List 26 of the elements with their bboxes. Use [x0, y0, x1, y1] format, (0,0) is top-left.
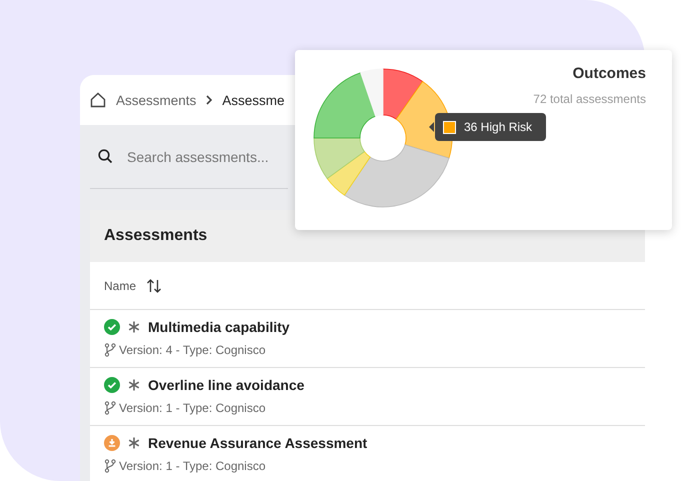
assessment-meta: Version: 1 - Type: Cognisco [119, 459, 266, 473]
assessment-name[interactable]: Multimedia capability [148, 319, 290, 335]
breadcrumb-link[interactable]: Assessments [116, 92, 196, 108]
home-icon[interactable] [89, 91, 107, 109]
asterisk-icon [128, 379, 140, 391]
assessment-name[interactable]: Revenue Assurance Assessment [148, 435, 368, 451]
pending-icon [104, 435, 120, 451]
sort-icon[interactable] [146, 278, 162, 294]
card-subtitle: 72 total assessments [533, 92, 646, 106]
check-icon [104, 377, 120, 393]
asterisk-icon [128, 437, 140, 449]
branch-icon [104, 459, 116, 473]
search-icon [98, 149, 113, 164]
assessment-meta: Version: 1 - Type: Cognisco [119, 401, 266, 415]
branch-icon [104, 401, 116, 415]
card-title: Outcomes [572, 65, 646, 82]
column-header[interactable]: Name [104, 278, 136, 292]
tooltip-text: 36 High Risk [464, 120, 532, 134]
assessment-meta: Version: 4 - Type: Cognisco [119, 343, 266, 357]
chevron-icon [205, 95, 214, 105]
search-field[interactable]: Search assessments... [127, 148, 287, 164]
asterisk-icon [128, 321, 140, 333]
check-icon [104, 319, 120, 335]
breadcrumb-current: Assessme [222, 92, 285, 108]
assessment-name[interactable]: Overline line avoidance [148, 377, 304, 393]
branch-icon [104, 343, 116, 357]
